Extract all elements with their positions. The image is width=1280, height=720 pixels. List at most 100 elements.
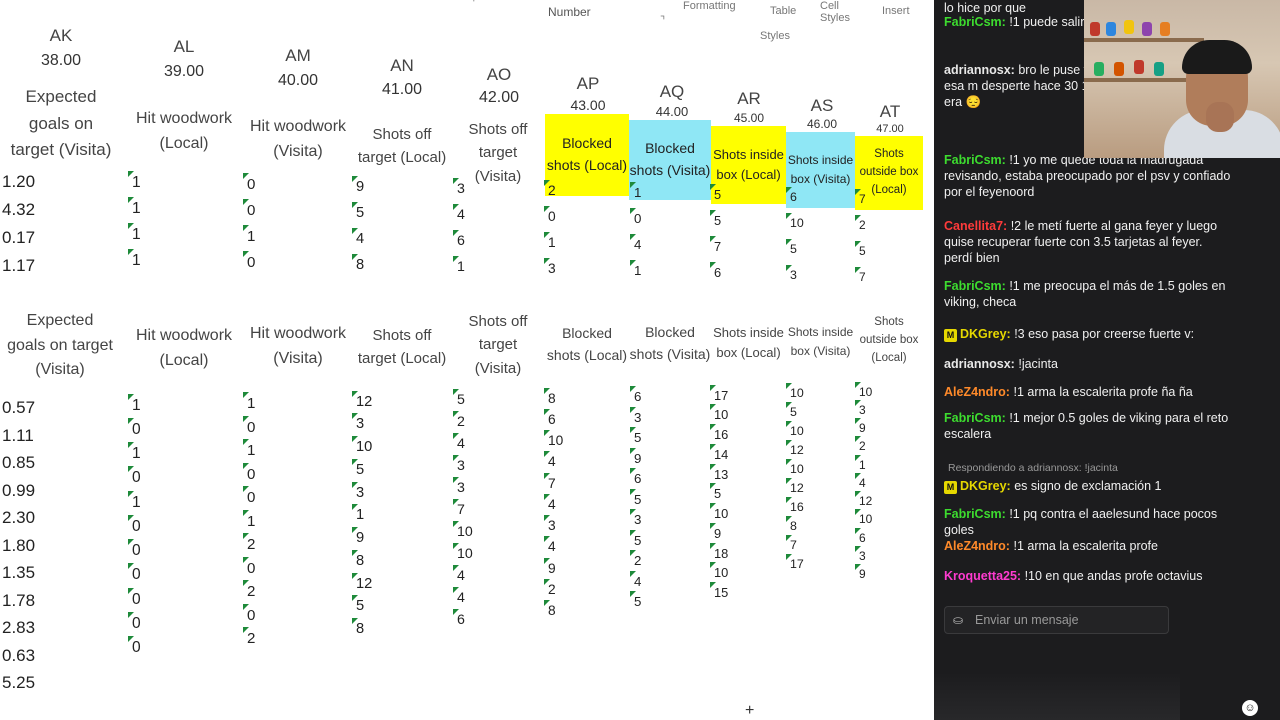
cell-am-lower[interactable]: 2: [242, 533, 255, 553]
cell-an-lower[interactable]: 12: [351, 390, 372, 410]
cell-ap-lower[interactable]: 7: [544, 472, 556, 491]
chat-username[interactable]: AleZ4ndro:: [944, 539, 1010, 553]
cell-an-lower[interactable]: 5: [351, 595, 364, 614]
cell-ap-lower[interactable]: 8: [544, 600, 556, 618]
cell-at-lower[interactable]: 2: [855, 436, 866, 453]
cell-ar-lower[interactable]: 18: [709, 542, 728, 561]
cell-as-lower[interactable]: 12: [786, 440, 804, 457]
cell-al-lower[interactable]: 0: [128, 636, 141, 657]
col-letter-am[interactable]: AM: [253, 46, 343, 66]
cell-an-lower[interactable]: 8: [351, 549, 364, 569]
cell-am-upper[interactable]: 1: [242, 225, 255, 245]
cell-al-lower[interactable]: 0: [128, 587, 141, 609]
cell-as-lower[interactable]: 7: [786, 535, 797, 552]
cell-ar-lower[interactable]: 5: [709, 483, 721, 501]
cell-aq-lower[interactable]: 5: [629, 488, 641, 507]
cell-ap-lower[interactable]: 4: [544, 451, 556, 469]
cell-at-lower[interactable]: 1: [855, 454, 866, 472]
cell-ar-upper[interactable]: 6: [709, 262, 721, 280]
cell-al-lower[interactable]: 1: [128, 490, 141, 512]
cell-as-upper[interactable]: 10: [786, 212, 804, 230]
cell-at-upper[interactable]: 7: [855, 266, 866, 284]
cell-ap-upper[interactable]: 3: [544, 258, 556, 276]
cell-ar-upper[interactable]: 5: [709, 184, 721, 202]
lower-header-am[interactable]: Hit woodwork (Visita): [246, 310, 350, 384]
cell-al-lower[interactable]: 0: [128, 611, 141, 633]
cell-an-lower[interactable]: 8: [351, 618, 364, 637]
lower-header-ao[interactable]: Shots off target (Visita): [458, 310, 538, 380]
cell-ar-lower[interactable]: 17: [709, 384, 728, 403]
cell-ao-lower[interactable]: 3: [453, 477, 465, 496]
cell-aq-lower[interactable]: 4: [629, 570, 641, 589]
header-an[interactable]: Shots off target (Local): [357, 106, 447, 186]
cell-at-lower[interactable]: 9: [855, 418, 866, 435]
cell-aq-upper[interactable]: 4: [629, 234, 641, 252]
cell-ao-lower[interactable]: 4: [453, 433, 465, 452]
lower-header-an[interactable]: Shots off target (Local): [357, 310, 447, 384]
smile-icon[interactable]: ☺: [1242, 700, 1258, 716]
cell-an-upper[interactable]: 4: [351, 227, 364, 247]
cell-ao-upper[interactable]: 6: [453, 229, 465, 249]
cell-aq-lower[interactable]: 5: [629, 529, 641, 548]
cell-am-lower[interactable]: 1: [242, 439, 255, 459]
cell-ak-upper[interactable]: 1.20: [2, 172, 35, 192]
cell-an-lower[interactable]: 5: [351, 458, 364, 478]
lower-header-at[interactable]: Shots outside box (Local): [855, 310, 923, 372]
cell-an-lower[interactable]: 3: [351, 481, 364, 501]
cell-al-lower[interactable]: 0: [128, 514, 141, 536]
header-ar[interactable]: Shots inside box (Local): [711, 126, 786, 204]
cell-al-lower[interactable]: 0: [128, 466, 141, 487]
cell-ap-lower[interactable]: 8: [544, 387, 556, 406]
cell-ap-upper[interactable]: 0: [544, 206, 556, 224]
cell-as-lower[interactable]: 10: [786, 459, 804, 476]
spreadsheet-grid[interactable]: AK AL AM AN AO AP AQ AR AS AT 38.00 39.0…: [0, 0, 940, 720]
cell-aq-lower[interactable]: 6: [629, 468, 641, 486]
cell-al-upper[interactable]: 1: [128, 171, 141, 192]
cell-al-upper[interactable]: 1: [128, 249, 141, 270]
cell-am-lower[interactable]: 2: [242, 580, 255, 600]
cell-ao-lower[interactable]: 6: [453, 609, 465, 628]
cell-ap-lower[interactable]: 10: [543, 430, 563, 448]
cell-an-upper[interactable]: 8: [351, 253, 364, 273]
cell-as-lower[interactable]: 16: [786, 497, 804, 514]
chat-username[interactable]: FabriCsm:: [944, 15, 1006, 29]
cell-an-lower[interactable]: 9: [351, 527, 364, 546]
cell-ao-upper[interactable]: 3: [453, 177, 465, 197]
cell-ak-lower[interactable]: 1.35: [2, 563, 35, 583]
cell-at-lower[interactable]: 6: [855, 527, 866, 545]
lower-header-as[interactable]: Shots inside box (Visita): [786, 310, 855, 374]
cell-ak-lower[interactable]: 1.78: [2, 591, 35, 611]
cell-ap-lower[interactable]: 3: [544, 515, 556, 533]
chat-username[interactable]: FabriCsm:: [944, 411, 1006, 425]
cell-ak-lower[interactable]: 2.83: [2, 618, 35, 638]
cell-ak-lower[interactable]: 0.99: [2, 481, 35, 501]
cell-ap-upper[interactable]: 1: [544, 232, 556, 250]
cell-at-lower[interactable]: 12: [854, 491, 872, 508]
cell-an-upper[interactable]: 5: [351, 201, 364, 221]
cell-ap-lower[interactable]: 4: [544, 536, 556, 554]
lower-header-ak[interactable]: Expected goals on target (Visita): [6, 300, 114, 392]
cell-ao-lower[interactable]: 10: [453, 521, 473, 540]
cell-ao-upper[interactable]: 1: [453, 255, 465, 275]
cell-ap-lower[interactable]: 6: [544, 408, 556, 427]
cell-aq-upper[interactable]: 0: [629, 208, 641, 226]
col-letter-al[interactable]: AL: [139, 37, 229, 57]
cell-ak-lower[interactable]: 0.57: [2, 398, 35, 418]
cell-an-lower[interactable]: 10: [351, 436, 372, 455]
cell-am-lower[interactable]: 2: [242, 627, 255, 647]
cell-ak-lower[interactable]: 5.25: [2, 673, 35, 693]
cell-at-lower[interactable]: 10: [854, 381, 872, 399]
cell-al-lower[interactable]: 1: [128, 393, 141, 415]
cell-aq-lower[interactable]: 2: [629, 550, 641, 568]
cell-as-lower[interactable]: 10: [786, 421, 804, 438]
cell-ak-lower[interactable]: 0.85: [2, 453, 35, 473]
chat-username[interactable]: FabriCsm:: [944, 279, 1006, 293]
cell-am-lower[interactable]: 0: [242, 415, 255, 436]
cell-an-upper[interactable]: 9: [351, 175, 364, 195]
cell-ap-upper[interactable]: 2: [544, 180, 556, 198]
cell-ar-lower[interactable]: 9: [709, 522, 721, 541]
cell-ao-lower[interactable]: 5: [453, 389, 465, 408]
cell-aq-lower[interactable]: 6: [629, 386, 641, 404]
chat-username[interactable]: Canellita7:: [944, 219, 1007, 233]
header-am[interactable]: Hit woodwork (Visita): [246, 100, 350, 180]
